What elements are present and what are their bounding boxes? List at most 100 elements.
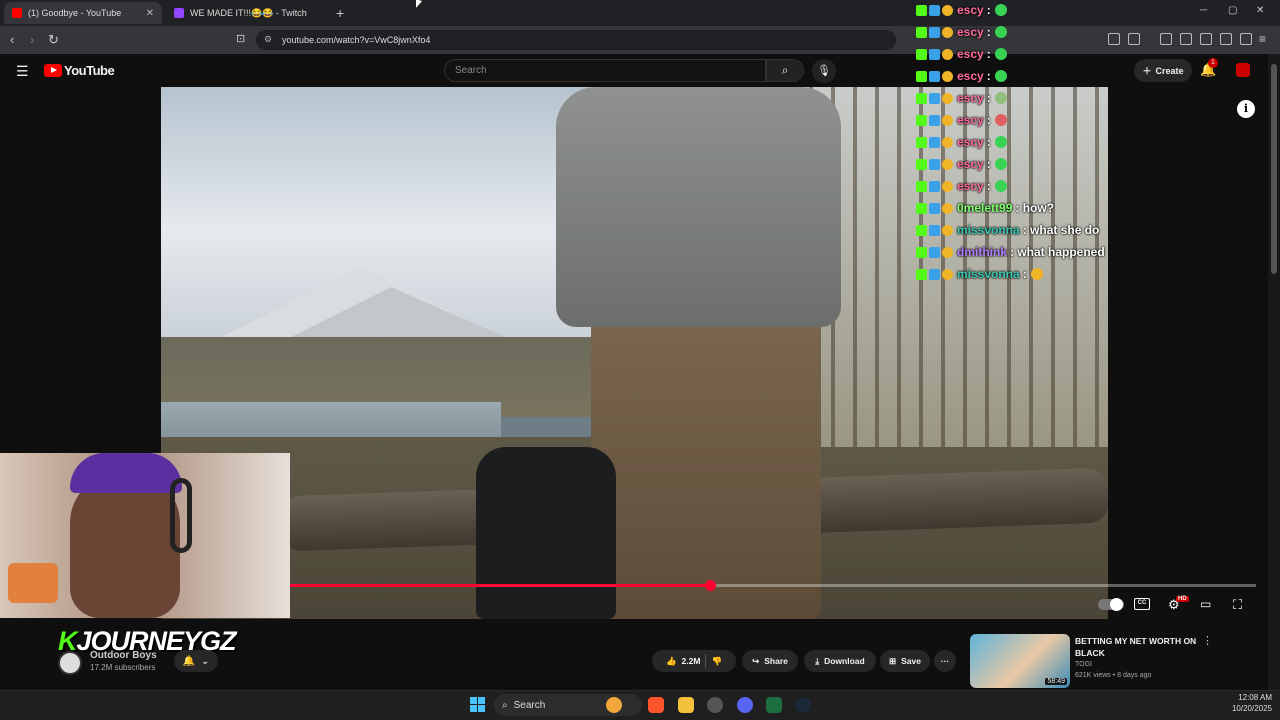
chat-message: escy: xyxy=(916,110,1007,130)
chat-badge-icon xyxy=(929,4,940,16)
twitch-favicon-icon xyxy=(174,8,184,18)
chat-badge-icon xyxy=(916,224,927,236)
chat-username: missvonna xyxy=(957,223,1020,237)
chat-username: escy xyxy=(957,113,984,127)
bell-icon: 🔔 xyxy=(182,655,196,667)
back-icon[interactable]: ‹ xyxy=(10,32,14,47)
widget-icon[interactable] xyxy=(606,697,622,713)
close-window-button[interactable]: ✕ xyxy=(1256,5,1264,16)
obs-icon[interactable] xyxy=(707,697,723,713)
chat-badge-icon xyxy=(916,136,927,148)
theater-mode-icon[interactable]: ▭ xyxy=(1200,597,1211,611)
scrubber-handle[interactable] xyxy=(705,580,716,591)
dislike-icon[interactable]: 👎 xyxy=(711,656,722,667)
save-button[interactable]: ⊞ Save xyxy=(880,650,930,672)
close-tab-icon[interactable]: ✕ xyxy=(146,8,154,19)
wallet-icon[interactable] xyxy=(1200,33,1212,45)
voice-search-icon[interactable]: 🎙 xyxy=(812,59,836,83)
share-button[interactable]: ↪ Share xyxy=(742,650,798,672)
like-count[interactable]: 2.2M xyxy=(682,656,701,666)
search-input[interactable]: Search xyxy=(444,59,766,82)
discord-icon[interactable] xyxy=(737,697,753,713)
reload-icon[interactable]: ↻ xyxy=(48,32,59,48)
chat-badge-icon xyxy=(916,246,927,258)
chat-badge-icon xyxy=(929,48,940,60)
steam-icon[interactable] xyxy=(795,697,811,713)
like-icon[interactable]: 👍 xyxy=(666,656,677,667)
recommended-thumbnail[interactable]: 58:49 xyxy=(970,634,1070,688)
chat-username: escy xyxy=(957,179,984,193)
maximize-button[interactable]: ▢ xyxy=(1228,5,1237,16)
webcam-durag xyxy=(70,453,182,493)
recommended-channel[interactable]: TOGI xyxy=(1075,661,1092,668)
download-label: Download xyxy=(824,656,865,666)
youtube-logo-text[interactable]: YouTube xyxy=(64,63,115,78)
new-tab-button[interactable]: + xyxy=(336,5,344,21)
chat-badge-icon xyxy=(942,4,953,16)
minimize-button[interactable]: ─ xyxy=(1200,5,1207,16)
recommended-title[interactable]: BETTING MY NET WORTH ON BLACK xyxy=(1075,635,1200,659)
site-info-icon[interactable]: ⚙ xyxy=(264,34,272,45)
chat-username: escy xyxy=(957,91,984,105)
chat-badge-icon xyxy=(929,202,940,214)
chat-message-text: : xyxy=(986,179,991,193)
chat-badge-icon xyxy=(916,114,927,126)
captions-icon[interactable]: CC xyxy=(1134,598,1150,610)
chat-message-text: : xyxy=(986,113,991,127)
chat-username: escy xyxy=(957,157,984,171)
autoplay-toggle[interactable] xyxy=(1098,598,1124,611)
windows-start-icon[interactable] xyxy=(470,697,485,712)
channel-avatar[interactable] xyxy=(58,651,82,675)
account-avatar[interactable] xyxy=(1236,63,1250,77)
system-clock[interactable]: 12:08 AM 10/20/2025 xyxy=(1222,692,1272,714)
youtube-logo-icon[interactable] xyxy=(44,64,62,77)
media-icon[interactable] xyxy=(1160,33,1172,45)
more-options-icon[interactable]: ⋮ xyxy=(1202,634,1213,647)
create-label: Create xyxy=(1155,65,1184,76)
create-button[interactable]: ＋ Create xyxy=(1134,59,1192,82)
chat-badge-icon xyxy=(916,268,927,280)
chat-badge-icon xyxy=(929,70,940,82)
extension-icon[interactable] xyxy=(1128,33,1140,45)
save-icon: ⊞ xyxy=(889,655,897,666)
tab-twitch[interactable]: WE MADE IT!!!😂😂 - Twitch xyxy=(166,2,326,24)
chat-badge-icon xyxy=(916,26,927,38)
more-actions-button[interactable]: ··· xyxy=(934,650,956,672)
channel-name[interactable]: Outdoor Boys xyxy=(90,650,157,661)
youtube-header: ☰ YouTube Search ⌕ 🎙 ＋ Create 🔔 1 xyxy=(0,54,1268,87)
notification-badge: 1 xyxy=(1208,58,1218,68)
file-explorer-icon[interactable] xyxy=(678,697,694,713)
scrollbar-thumb[interactable] xyxy=(1271,64,1277,274)
brave-browser-icon[interactable] xyxy=(648,697,664,713)
subscriber-count: 17.2M subscribers xyxy=(90,663,156,672)
vpn-icon[interactable] xyxy=(1240,33,1252,45)
chat-emote-icon xyxy=(994,70,1007,82)
search-button[interactable]: ⌕ xyxy=(766,59,804,82)
bookmark-icon[interactable]: ⊡ xyxy=(236,32,245,45)
menu-icon[interactable]: ≡ xyxy=(1259,32,1266,46)
video-backpack xyxy=(476,447,616,619)
extension-icon[interactable] xyxy=(1108,33,1120,45)
chat-username: escy xyxy=(957,25,984,39)
webcam-headset xyxy=(170,478,192,553)
guide-menu-icon[interactable]: ☰ xyxy=(16,63,29,80)
chat-badge-icon xyxy=(929,26,940,38)
excel-icon[interactable] xyxy=(766,697,782,713)
chat-message: escy: xyxy=(916,132,1007,152)
tab-youtube[interactable]: (1) Goodbye - YouTube ✕ xyxy=(4,2,162,24)
chat-badge-icon xyxy=(916,92,927,104)
download-button[interactable]: ⤓ Download xyxy=(804,650,876,672)
chat-message-text: : how? xyxy=(1015,201,1055,215)
subscription-button[interactable]: 🔔 ⌄ xyxy=(174,650,218,672)
chat-message: escy: xyxy=(916,44,1007,64)
share-icon: ↪ xyxy=(752,655,760,666)
info-icon[interactable]: i xyxy=(1237,100,1255,118)
chat-badge-icon xyxy=(942,246,953,258)
sidebar-icon[interactable] xyxy=(1180,33,1192,45)
leo-icon[interactable] xyxy=(1220,33,1232,45)
fullscreen-icon[interactable]: ⛶ xyxy=(1233,597,1242,613)
chat-username: escy xyxy=(957,135,984,149)
forward-icon[interactable]: › xyxy=(30,32,34,47)
address-bar[interactable]: ⚙ youtube.com/watch?v=VwC8jwnXfo4 xyxy=(256,30,896,50)
chat-badge-icon xyxy=(942,202,953,214)
